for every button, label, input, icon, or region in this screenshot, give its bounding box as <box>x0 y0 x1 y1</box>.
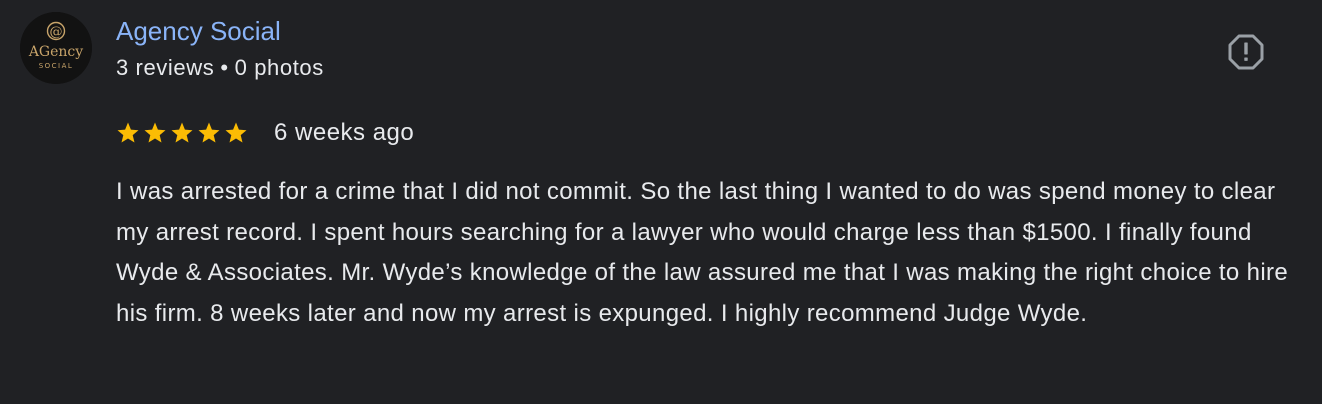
review-text: I was arrested for a crime that I did no… <box>116 178 1289 327</box>
logo-wordmark: AGency <box>28 44 83 60</box>
agency-social-logo-icon: @ AGency SOCIAL <box>20 12 92 84</box>
reviews-count: 3 reviews <box>116 55 215 80</box>
star-icon <box>170 121 194 145</box>
star-icon <box>143 121 167 145</box>
author-meta: 3 reviews • 0 photos <box>116 55 324 81</box>
star-icon <box>116 121 140 145</box>
author-name-link[interactable]: Agency Social <box>116 15 281 47</box>
report-flag-icon <box>1228 34 1264 70</box>
logo-at-sign: @ <box>50 25 63 40</box>
star-icon <box>197 121 221 145</box>
star-icon <box>224 121 248 145</box>
avatar[interactable]: @ AGency SOCIAL <box>20 12 92 84</box>
review-date: 6 weeks ago <box>274 119 415 146</box>
logo-tagline: SOCIAL <box>39 62 74 70</box>
star-rating <box>116 121 248 145</box>
meta-separator: • <box>220 55 229 80</box>
review-card: @ AGency SOCIAL Agency Social 3 reviews •… <box>0 0 1322 404</box>
rating-row: 6 weeks ago <box>116 117 414 149</box>
photos-count: 0 photos <box>234 55 324 80</box>
report-review-button[interactable] <box>1224 30 1268 74</box>
